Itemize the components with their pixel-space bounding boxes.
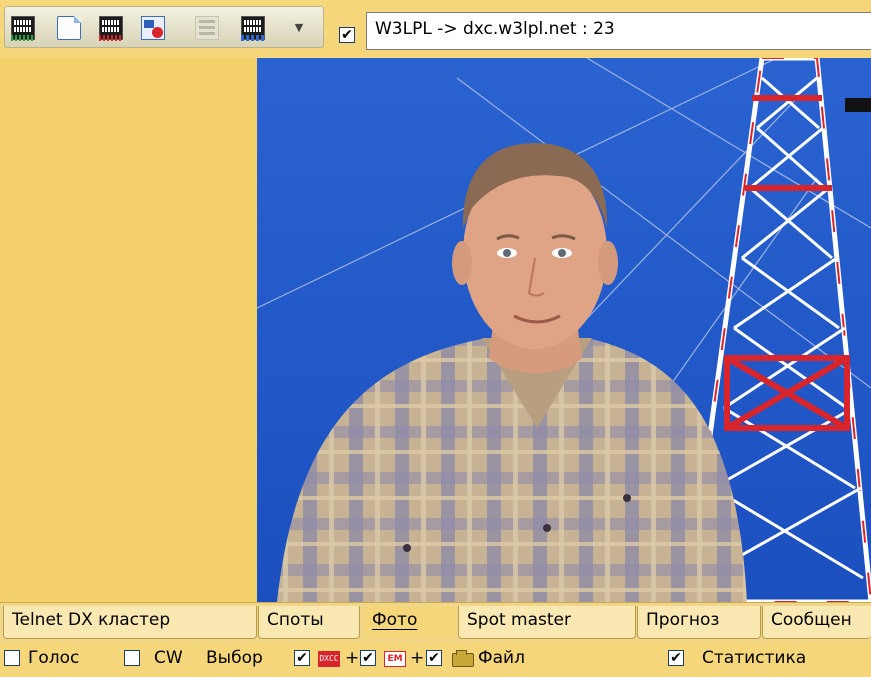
connection-field[interactable]: W3LPL -> dxc.w3lpl.net : 23 <box>366 12 871 50</box>
tree-icon <box>195 16 219 40</box>
select-label: Выбор <box>206 648 263 668</box>
users-icon[interactable] <box>141 16 165 40</box>
tab-label: Сообщен <box>771 610 852 630</box>
tab-messages[interactable]: Сообщен <box>762 606 871 639</box>
tab-forecast[interactable]: Прогноз <box>637 606 761 639</box>
tab-label: Telnet DX кластер <box>12 610 171 630</box>
tab-telnet-dx-cluster[interactable]: Telnet DX кластер <box>3 606 257 639</box>
telnet-settings-icon[interactable] <box>241 16 265 41</box>
telnet-connect-icon[interactable] <box>11 16 35 41</box>
folder-icon[interactable] <box>452 650 474 667</box>
statistics-checkbox[interactable]: ✔ <box>668 650 684 666</box>
select-checkbox[interactable]: ✔ <box>294 650 310 666</box>
chevron-down-icon[interactable]: ▼ <box>289 20 309 36</box>
photo-view <box>257 58 871 602</box>
voice-label: Голос <box>28 648 80 668</box>
tab-label: Фото <box>372 610 418 630</box>
cw-checkbox[interactable] <box>124 650 140 666</box>
tab-spots[interactable]: Споты <box>258 606 360 639</box>
tab-spot-master[interactable]: Spot master <box>458 606 636 639</box>
statistics-label: Статистика <box>702 648 807 668</box>
tab-label: Прогноз <box>646 610 720 630</box>
telnet-disconnect-icon[interactable] <box>99 16 123 41</box>
cw-label: CW <box>154 648 183 668</box>
file-checkbox[interactable]: ✔ <box>426 650 442 666</box>
tab-photo[interactable]: Фото <box>364 606 456 639</box>
main-toolbar: ▼ ✔ W3LPL -> dxc.w3lpl.net : 23 <box>0 0 871 58</box>
file-label: Файл <box>478 648 525 668</box>
tab-label: Споты <box>267 610 324 630</box>
new-document-icon[interactable] <box>57 16 81 40</box>
em-icon: EM <box>384 651 406 667</box>
operator-photo <box>257 58 871 602</box>
dxcc-icon: DXCC <box>318 651 340 667</box>
left-empty-pane <box>0 58 257 602</box>
status-bar: Голос CW Выбор ✔ DXCC + ✔ EM + ✔ Файл ✔ … <box>0 642 871 677</box>
tab-bar: Telnet DX кластер Споты Фото Spot master… <box>0 602 871 642</box>
tab-label: Spot master <box>467 610 572 630</box>
em-checkbox[interactable]: ✔ <box>360 650 376 666</box>
plus-sign: + <box>410 648 425 668</box>
voice-checkbox[interactable] <box>4 650 20 666</box>
toolbar-button-group: ▼ <box>4 6 324 48</box>
plus-sign: + <box>345 648 360 668</box>
connect-checkbox[interactable]: ✔ <box>339 27 355 43</box>
